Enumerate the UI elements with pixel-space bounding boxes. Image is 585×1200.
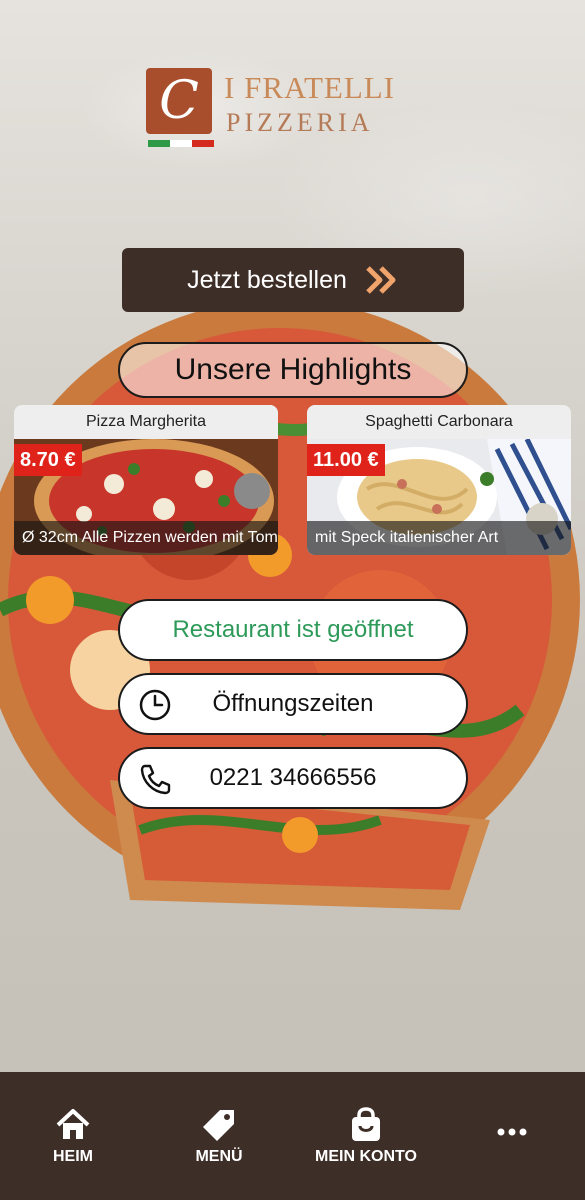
shopping-bag-icon bbox=[352, 1107, 380, 1141]
brand-subtitle: PIZZERIA bbox=[226, 108, 374, 137]
tag-icon bbox=[203, 1110, 234, 1141]
order-now-button[interactable]: Jetzt bestellen bbox=[122, 248, 464, 312]
logo-mark: C bbox=[146, 68, 212, 134]
nav-label: MENÜ bbox=[195, 1148, 243, 1165]
brand-logo: C I FRATELLI PIZZERIA bbox=[146, 68, 446, 150]
highlight-card-spaghetti-carbonara[interactable]: Spaghetti Carbonara mit Speck italienisc… bbox=[307, 405, 571, 555]
opening-hours-button[interactable]: Öffnungszeiten bbox=[118, 673, 468, 735]
phone-icon bbox=[140, 764, 171, 795]
highlights-title: Unsere Highlights bbox=[118, 342, 468, 398]
home-icon bbox=[56, 1109, 90, 1139]
nav-label: HEIM bbox=[53, 1148, 93, 1165]
phone-number: 0221 34666556 bbox=[209, 764, 377, 791]
highlight-name: Spaghetti Carbonara bbox=[307, 405, 571, 439]
highlight-card-pizza-margherita[interactable]: Pizza Margherita Ø 32cm Alle Pizzen werd… bbox=[14, 405, 278, 555]
restaurant-status: Restaurant ist geöffnet bbox=[118, 599, 468, 661]
phone-button[interactable]: 0221 34666556 bbox=[118, 747, 468, 809]
nav-item-menu[interactable]: MENÜ bbox=[159, 1106, 279, 1166]
highlight-description: Ø 32cm Alle Pizzen werden mit Tomat... bbox=[14, 521, 278, 555]
nav-label: MEIN KONTO bbox=[315, 1148, 417, 1165]
status-label: Restaurant ist geöffnet bbox=[172, 616, 414, 643]
nav-item-home[interactable]: HEIM bbox=[13, 1106, 133, 1166]
order-now-label: Jetzt bestellen bbox=[187, 265, 347, 294]
nav-item-account[interactable]: MEIN KONTO bbox=[306, 1106, 426, 1166]
opening-hours-label: Öffnungszeiten bbox=[212, 690, 374, 717]
highlight-description: mit Speck italienischer Art bbox=[307, 521, 571, 555]
clock-icon bbox=[139, 689, 171, 721]
double-chevron-right-icon bbox=[366, 266, 396, 294]
price-badge: 11.00 € bbox=[307, 444, 385, 476]
nav-item-more[interactable] bbox=[452, 1106, 572, 1148]
highlight-name: Pizza Margherita bbox=[14, 405, 278, 439]
more-icon bbox=[497, 1128, 527, 1136]
bottom-navigation: HEIM MENÜ MEIN KONTO bbox=[0, 1072, 585, 1200]
brand-name: I FRATELLI bbox=[224, 70, 396, 105]
italian-flag bbox=[148, 140, 214, 147]
price-badge: 8.70 € bbox=[14, 444, 82, 476]
logo-letter: C bbox=[159, 71, 199, 131]
